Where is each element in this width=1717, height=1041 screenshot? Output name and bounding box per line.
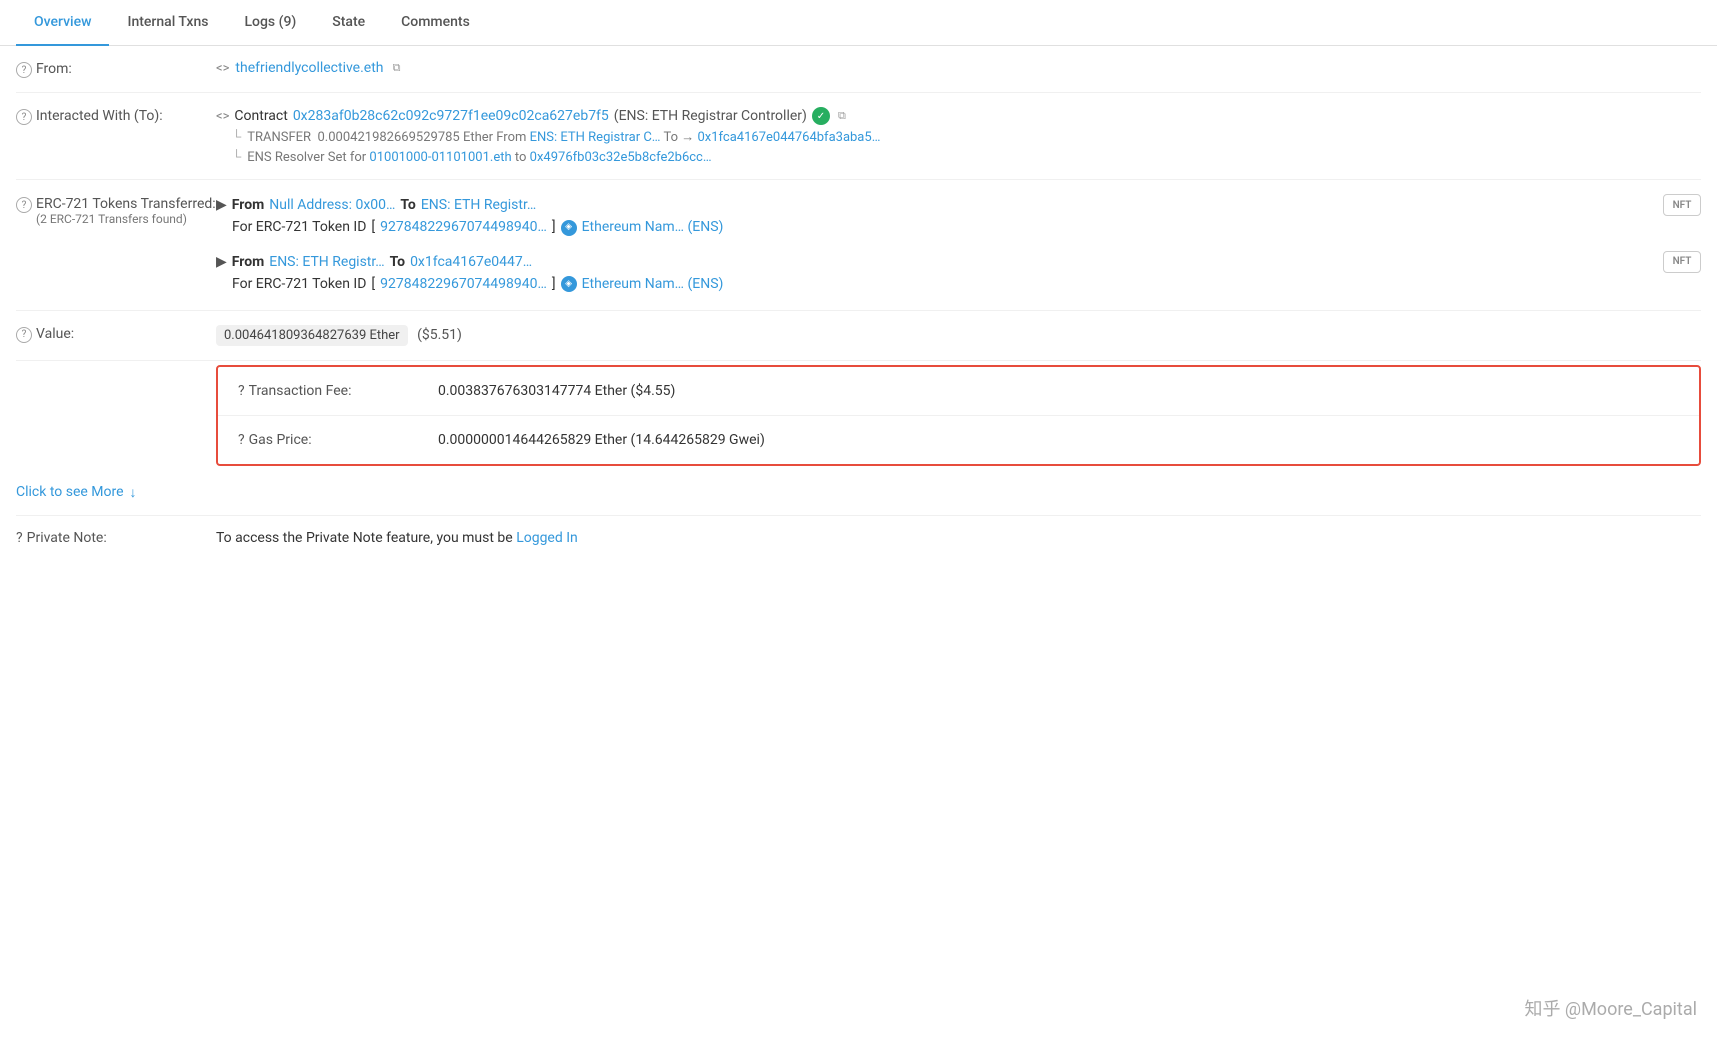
- copy-contract-icon[interactable]: ⧉: [835, 109, 849, 123]
- erc721-transfer-1: ▶ From Null Address: 0x00… To ENS: ETH R…: [216, 194, 1701, 239]
- fee-gas-box: ? Transaction Fee: 0.003837676303147774 …: [216, 365, 1701, 466]
- logged-in-link[interactable]: Logged In: [516, 530, 578, 546]
- transfer1-token-name[interactable]: Ethereum Nam… (ENS): [582, 216, 724, 238]
- resolver-link1[interactable]: 01001000-01101001.eth: [369, 150, 511, 165]
- private-note-text: To access the Private Note feature, you …: [216, 530, 578, 546]
- nft-badge-2: NFT: [1663, 251, 1701, 273]
- txfee-help-icon[interactable]: ?: [238, 383, 245, 399]
- watermark: 知乎 @Moore_Capital: [1524, 995, 1697, 1021]
- tab-comments[interactable]: Comments: [383, 0, 488, 46]
- tab-internal-txns[interactable]: Internal Txns: [109, 0, 226, 46]
- red-box-container: ? Transaction Fee: 0.003837676303147774 …: [16, 361, 1701, 470]
- gasprice-amount: 0.000000014644265829 Ether (14.644265829…: [438, 432, 765, 448]
- transfer2-to-link[interactable]: 0x1fca4167e0447…: [410, 251, 532, 273]
- resolver-link2[interactable]: 0x4976fb03c32e5b8cfe2b6cc…: [530, 150, 712, 165]
- contract-code-icon: <>: [216, 109, 229, 124]
- from-value: <> thefriendlycollective.eth ⧉: [216, 60, 1701, 76]
- tab-logs[interactable]: Logs (9): [226, 0, 314, 46]
- erc721-row: ? ERC-721 Tokens Transferred: (2 ERC-721…: [16, 180, 1701, 311]
- eth-icon-1: ◈: [561, 220, 577, 236]
- verified-icon: ✓: [812, 107, 830, 125]
- resolver-line: ENS Resolver Set for 01001000-01101001.e…: [232, 149, 1701, 165]
- erc721-value: ▶ From Null Address: 0x00… To ENS: ETH R…: [216, 194, 1701, 296]
- code-icon: <>: [216, 61, 229, 76]
- copy-from-icon[interactable]: ⧉: [390, 61, 404, 75]
- tab-overview[interactable]: Overview: [16, 0, 109, 46]
- tab-state[interactable]: State: [314, 0, 383, 46]
- transfer1-to-link[interactable]: ENS: ETH Registr…: [421, 194, 536, 216]
- contract-name: (ENS: ETH Registrar Controller): [614, 108, 807, 124]
- value-amount: 0.004641809364827639 Ether ($5.51): [216, 325, 1701, 346]
- gasprice-help-icon[interactable]: ?: [238, 432, 245, 448]
- interacted-with-label: ? Interacted With (To):: [16, 107, 216, 125]
- nft-badge-1: NFT: [1663, 194, 1701, 216]
- erc721-help-icon[interactable]: ?: [16, 197, 32, 213]
- transaction-fee-row: ? Transaction Fee: 0.003837676303147774 …: [218, 367, 1699, 415]
- from-address-link[interactable]: thefriendlycollective.eth: [235, 60, 383, 76]
- gas-price-row: ? Gas Price: 0.000000014644265829 Ether …: [218, 415, 1699, 464]
- value-help-icon[interactable]: ?: [16, 327, 32, 343]
- txfee-amount: 0.003837676303147774 Ether ($4.55): [438, 383, 675, 399]
- private-note-row: ? Private Note: To access the Private No…: [16, 515, 1701, 560]
- contract-address-link[interactable]: 0x283af0b28c62c092c9727f1ee09c02ca627eb7…: [293, 108, 609, 124]
- main-content: ? From: <> thefriendlycollective.eth ⧉ ?…: [0, 46, 1717, 560]
- interacted-with-row: ? Interacted With (To): <> Contract 0x28…: [16, 93, 1701, 180]
- transfer-to-link[interactable]: 0x1fca4167e044764bfa3aba5…: [697, 130, 880, 145]
- erc721-transfer-2: ▶ From ENS: ETH Registr… To 0x1fca4167e0…: [216, 251, 1701, 296]
- eth-icon-2: ◈: [561, 276, 577, 292]
- value-row: ? Value: 0.004641809364827639 Ether ($5.…: [16, 311, 1701, 361]
- see-more-link[interactable]: Click to see More ↓: [16, 470, 1701, 515]
- erc721-label: ? ERC-721 Tokens Transferred: (2 ERC-721…: [16, 194, 216, 226]
- value-usd: ($5.51): [417, 327, 462, 343]
- transfer1-from-link[interactable]: Null Address: 0x00…: [269, 194, 395, 216]
- value-ether-badge: 0.004641809364827639 Ether: [216, 325, 408, 346]
- from-help-icon[interactable]: ?: [16, 62, 32, 78]
- from-row: ? From: <> thefriendlycollective.eth ⧉: [16, 46, 1701, 93]
- contract-prefix: Contract: [234, 108, 287, 124]
- arrow-icon-2: ▶: [216, 251, 227, 273]
- transfer2-token-id[interactable]: 92784822967074498940…: [380, 273, 547, 295]
- value-label: ? Value:: [16, 325, 216, 343]
- transfer-line: TRANSFER 0.000421982669529785 Ether From…: [232, 129, 1701, 145]
- interacted-with-value: <> Contract 0x283af0b28c62c092c9727f1ee0…: [216, 107, 1701, 165]
- interacted-help-icon[interactable]: ?: [16, 109, 32, 125]
- transfer2-from-link[interactable]: ENS: ETH Registr…: [269, 251, 384, 273]
- transfer2-token-name[interactable]: Ethereum Nam… (ENS): [582, 273, 724, 295]
- tab-bar: Overview Internal Txns Logs (9) State Co…: [0, 0, 1717, 46]
- privatenote-help-icon[interactable]: ?: [16, 530, 23, 546]
- transfer1-token-id[interactable]: 92784822967074498940…: [380, 216, 547, 238]
- arrow-icon-1: ▶: [216, 194, 227, 216]
- from-label: ? From:: [16, 60, 216, 78]
- transfer-from-link[interactable]: ENS: ETH Registrar C…: [530, 130, 661, 145]
